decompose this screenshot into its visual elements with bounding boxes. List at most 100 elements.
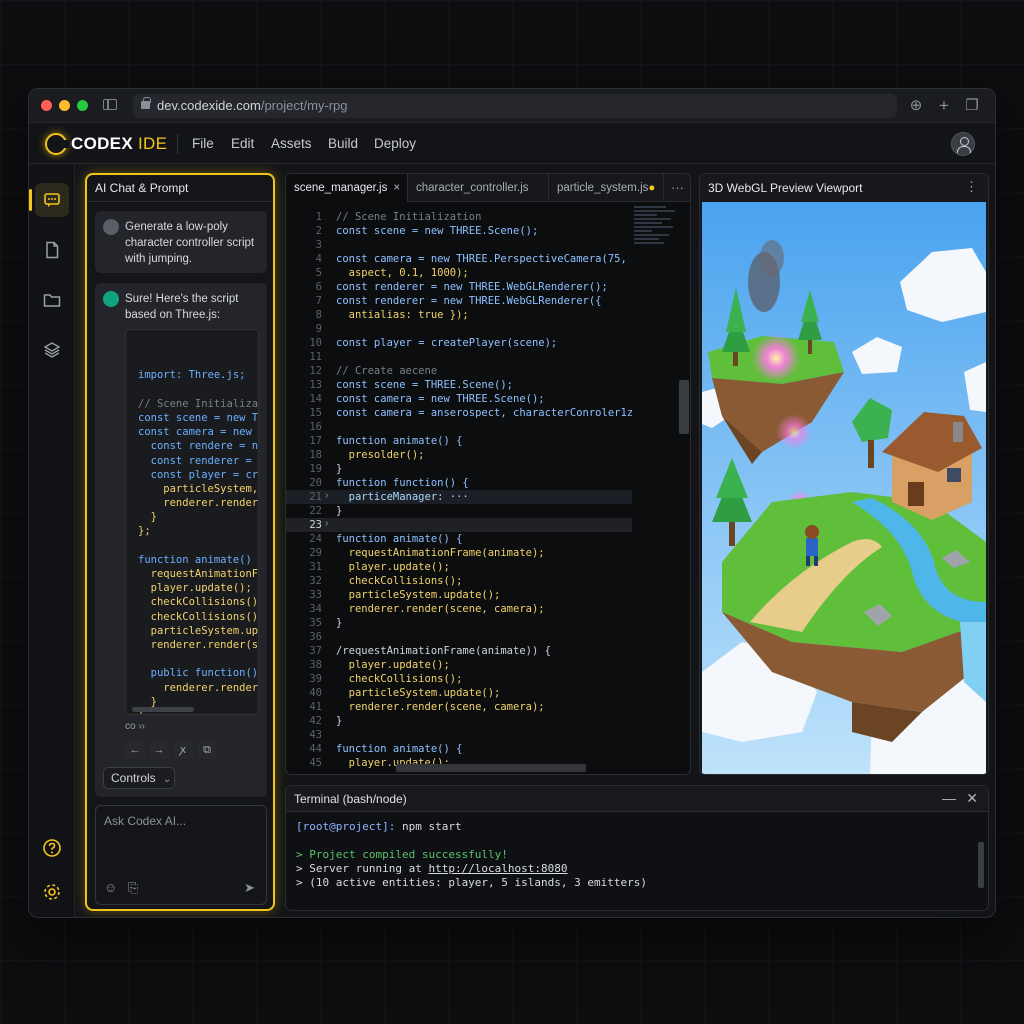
chat-code-line: particleSystem.up	[138, 624, 259, 637]
fold-arrow-icon[interactable]: ›	[325, 490, 328, 501]
code-line: // Scene Initialization	[336, 211, 482, 223]
settings-icon[interactable]	[35, 875, 69, 909]
sidebar-toggle-icon[interactable]	[103, 99, 117, 110]
menu-file[interactable]: File	[192, 136, 214, 151]
terminal-output[interactable]: [root@project]: npm start > Project comp…	[296, 820, 647, 890]
minimize-window-button[interactable]	[59, 100, 70, 111]
code-line: requestAnimationFrame(animate);	[336, 547, 545, 559]
chat-code-line: checkCollisions()	[138, 596, 259, 609]
editor-horizontal-scrollbar[interactable]	[396, 764, 586, 772]
more-tabs-icon[interactable]: ···	[671, 180, 684, 195]
line-number: 38	[309, 659, 322, 671]
code-minimap[interactable]	[634, 204, 680, 266]
line-number: 45	[309, 757, 322, 769]
terminal-line-server-prefix: > Server running at	[296, 862, 429, 875]
download-icon[interactable]: ⊕	[907, 97, 925, 115]
tabs-overview-icon[interactable]: ❐	[963, 97, 981, 115]
line-number: 31	[309, 561, 322, 573]
chat-code-line: const camera = new	[138, 426, 259, 439]
fold-arrow-icon[interactable]: ›	[325, 518, 328, 529]
menu-assets[interactable]: Assets	[271, 136, 312, 151]
line-number: 8	[315, 309, 322, 321]
terminal-panel: Terminal (bash/node) — ✕ [root@project]:…	[285, 785, 989, 911]
terminal-scrollbar[interactable]	[978, 842, 984, 888]
chat-code-line: function animate()	[138, 553, 252, 566]
emoji-icon[interactable]: ☺	[104, 880, 117, 895]
code-line: const renderer = new THREE.WebGLRenderer…	[336, 295, 602, 307]
chat-code-line	[138, 539, 258, 553]
tab-character-controller[interactable]: character_controller.js	[408, 174, 549, 202]
help-icon[interactable]	[35, 831, 69, 865]
maximize-window-button[interactable]	[77, 100, 88, 111]
editor-tabs: scene_manager.js × character_controller.j…	[286, 174, 690, 202]
ask-input[interactable]: Ask Codex AI... ☺ ⎘ ➤	[95, 805, 267, 905]
user-avatar[interactable]	[951, 132, 975, 156]
modified-dot-icon: ●	[648, 182, 656, 194]
url-path: /project/my-rpg	[260, 98, 348, 113]
code-line: /requestAnimationFrame(animate)) {	[336, 645, 551, 657]
controls-dropdown[interactable]: Controls ⌄	[103, 767, 175, 789]
code-line: presolder();	[336, 449, 425, 461]
menu-build[interactable]: Build	[328, 136, 358, 151]
file-icon[interactable]	[35, 233, 69, 267]
chat-code-line: renderer.render	[138, 497, 259, 510]
expand-icon[interactable]: ⧉	[197, 741, 217, 759]
forward-arrow-icon[interactable]: →	[149, 741, 169, 759]
code-line: }	[336, 715, 343, 727]
line-number: 2	[315, 225, 322, 237]
tab-scene-manager[interactable]: scene_manager.js ×	[286, 174, 408, 202]
close-terminal-icon[interactable]: ✕	[966, 790, 978, 807]
ai-code-snippet[interactable]: import: Three.js;// Scene Initializa cons…	[125, 329, 259, 715]
menu-deploy[interactable]: Deploy	[374, 136, 416, 151]
layers-icon[interactable]	[35, 333, 69, 367]
chat-code-line: const rendere = n	[138, 440, 259, 453]
ai-message: Sure! Here's the script based on Three.j…	[95, 283, 267, 797]
line-number: 15	[309, 407, 322, 419]
collapse-icon[interactable]: ꭗ	[173, 741, 193, 759]
terminal-line-compiled: > Project compiled successfully!	[296, 848, 508, 861]
viewport-menu-icon[interactable]: ⋮	[965, 179, 978, 195]
code-line: }	[336, 463, 343, 475]
code-line: const camera = new THREE.PerspectiveCame…	[336, 253, 627, 265]
attach-icon[interactable]: ⎘	[128, 880, 138, 896]
back-arrow-icon[interactable]: ←	[125, 741, 145, 759]
close-window-button[interactable]	[41, 100, 52, 111]
line-number: 43	[309, 729, 322, 741]
folder-icon[interactable]	[35, 283, 69, 317]
menu-edit[interactable]: Edit	[231, 136, 254, 151]
line-number: 29	[309, 547, 322, 559]
code-line: const player = createPlayer(scene);	[336, 337, 558, 349]
code-line: particeManager: ···	[336, 491, 469, 503]
line-number: 24	[309, 533, 322, 545]
line-number: 9	[315, 323, 322, 335]
code-content[interactable]: // Scene Initialization const scene = new…	[336, 210, 636, 770]
line-number: 13	[309, 379, 322, 391]
line-number-gutter: 1 2 3 4 5 6 7 8 9 10 11 12 13 14 15 16 17 18 19 20 21 22 23 24 2…	[286, 210, 322, 770]
line-number: 42	[309, 715, 322, 727]
terminal-server-link[interactable]: http://localhost:8080	[428, 862, 567, 875]
code-line: const scene = THREE.Scene();	[336, 379, 514, 391]
chat-icon[interactable]	[29, 183, 69, 217]
line-number: 16	[309, 421, 322, 433]
address-bar[interactable]: dev.codexide.com/project/my-rpg	[133, 94, 897, 118]
tab-particle-system[interactable]: particle_system.js●	[549, 174, 664, 202]
code-snippet-scrollbar[interactable]	[132, 707, 194, 712]
chat-code-line: };	[138, 525, 151, 538]
chat-code-line: const renderer =	[138, 454, 259, 467]
preview-3d-scene[interactable]	[702, 202, 986, 774]
minimize-terminal-icon[interactable]: —	[942, 790, 956, 806]
code-line: checkCollisions();	[336, 575, 463, 587]
code-line: const camera = new THREE.Scene();	[336, 393, 545, 405]
new-tab-icon[interactable]: +	[935, 97, 953, 115]
send-icon[interactable]: ➤	[244, 880, 255, 896]
menu-divider	[177, 134, 178, 154]
code-line: // Create aecene	[336, 365, 438, 377]
code-line: }	[336, 617, 343, 629]
code-line: function animate() {	[336, 533, 463, 545]
close-tab-icon[interactable]: ×	[393, 182, 400, 194]
editor-vertical-scrollbar[interactable]	[679, 380, 689, 434]
